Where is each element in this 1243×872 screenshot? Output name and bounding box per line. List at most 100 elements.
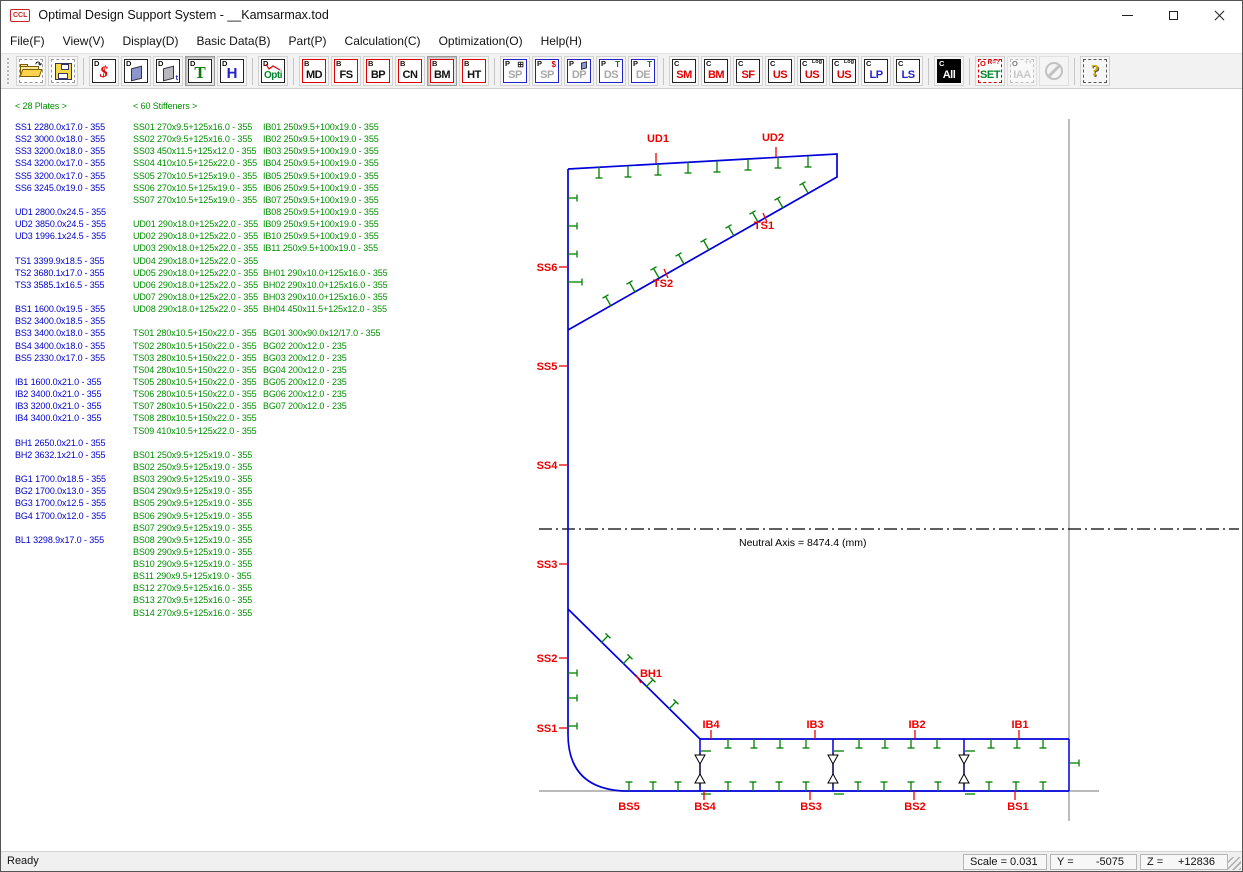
menu-item-view[interactable]: View(V) bbox=[54, 31, 114, 51]
stiffener-item[interactable]: SS03 450x11.5+125x12.0 - 355 bbox=[133, 145, 258, 157]
stiffener-item[interactable]: IB05 250x9.5+100x19.0 - 355 bbox=[263, 170, 388, 182]
stiffener-item[interactable]: TS02 280x10.5+150x22.0 - 355 bbox=[133, 340, 258, 352]
calc-sf-button[interactable]: CSF bbox=[733, 56, 763, 86]
stiffener-item[interactable]: IB06 250x9.5+100x19.0 - 355 bbox=[263, 182, 388, 194]
stiffener-item[interactable]: SS07 270x10.5+125x19.0 - 355 bbox=[133, 194, 258, 206]
stiffener-item[interactable]: TS08 280x10.5+150x22.0 - 355 bbox=[133, 412, 258, 424]
plate-item[interactable]: BH1 2650.0x21.0 - 355 bbox=[15, 437, 106, 449]
calc-log-us-button[interactable]: CLogUS bbox=[797, 56, 827, 86]
plate-item[interactable]: IB3 3200.0x21.0 - 355 bbox=[15, 400, 106, 412]
stiffener-item[interactable]: UD02 290x18.0+125x22.0 - 355 bbox=[133, 230, 258, 242]
plate-item[interactable]: BL1 3298.9x17.0 - 355 bbox=[15, 534, 106, 546]
resize-grip[interactable] bbox=[1228, 857, 1241, 870]
stiffener-item[interactable]: BS03 290x9.5+125x19.0 - 355 bbox=[133, 473, 258, 485]
plate-item[interactable]: BS5 2330.0x17.0 - 355 bbox=[15, 352, 106, 364]
plate-item[interactable]: BS2 3400.0x18.5 - 355 bbox=[15, 315, 106, 327]
stiffener-item[interactable]: SS06 270x10.5+125x19.0 - 355 bbox=[133, 182, 258, 194]
display-opti-button[interactable]: DOpti bbox=[258, 56, 288, 86]
stiffener-item[interactable]: IB04 250x9.5+100x19.0 - 355 bbox=[263, 157, 388, 169]
plate-item[interactable]: IB4 3400.0x21.0 - 355 bbox=[15, 412, 106, 424]
menu-item-calculation[interactable]: Calculation(C) bbox=[336, 31, 430, 51]
stiffener-item[interactable]: BS07 290x9.5+125x19.0 - 355 bbox=[133, 522, 258, 534]
plate-item[interactable]: TS2 3680.1x17.0 - 355 bbox=[15, 267, 106, 279]
basic-cn-button[interactable]: BCN bbox=[395, 56, 425, 86]
plate-item[interactable]: TS1 3399.9x18.5 - 355 bbox=[15, 255, 106, 267]
menu-item-help[interactable]: Help(H) bbox=[532, 31, 591, 51]
plate-item[interactable]: BS1 1600.0x19.5 - 355 bbox=[15, 303, 106, 315]
stiffener-item[interactable]: UD03 290x18.0+125x22.0 - 355 bbox=[133, 242, 258, 254]
stiffener-item[interactable]: BS06 290x9.5+125x19.0 - 355 bbox=[133, 510, 258, 522]
basic-bm-button[interactable]: BBM bbox=[427, 56, 457, 86]
toolbar-grip[interactable] bbox=[7, 58, 10, 84]
stiffener-item[interactable]: BS14 270x9.5+125x16.0 - 355 bbox=[133, 607, 258, 619]
stiffener-item[interactable]: UD06 290x18.0+125x22.0 - 355 bbox=[133, 279, 258, 291]
stiffener-item[interactable]: BH04 450x11.5+125x12.0 - 355 bbox=[263, 303, 388, 315]
basic-md-button[interactable]: BMD bbox=[299, 56, 329, 86]
stiffener-item[interactable]: IB11 250x9.5+100x19.0 - 355 bbox=[263, 242, 388, 254]
stiffener-item[interactable]: SS05 270x10.5+125x19.0 - 355 bbox=[133, 170, 258, 182]
stiffener-item[interactable]: TS04 280x10.5+150x22.0 - 355 bbox=[133, 364, 258, 376]
plate-item[interactable]: UD2 3850.0x24.5 - 355 bbox=[15, 218, 106, 230]
stiffener-item[interactable]: IB02 250x9.5+100x19.0 - 355 bbox=[263, 133, 388, 145]
plate-item[interactable]: BG3 1700.0x12.5 - 355 bbox=[15, 497, 106, 509]
stiffener-item[interactable]: BG01 300x90.0x12/17.0 - 355 bbox=[263, 327, 388, 339]
plate-item[interactable]: IB2 3400.0x21.0 - 355 bbox=[15, 388, 106, 400]
plate-item[interactable]: IB1 1600.0x21.0 - 355 bbox=[15, 376, 106, 388]
close-button[interactable] bbox=[1196, 1, 1242, 29]
save-button[interactable] bbox=[48, 56, 78, 86]
stiffener-item[interactable]: UD07 290x18.0+125x22.0 - 355 bbox=[133, 291, 258, 303]
plate-item[interactable]: BG4 1700.0x12.0 - 355 bbox=[15, 510, 106, 522]
menu-item-part[interactable]: Part(P) bbox=[280, 31, 336, 51]
calc-us-button[interactable]: CUS bbox=[765, 56, 795, 86]
stiffener-item[interactable]: TS07 280x10.5+150x22.0 - 355 bbox=[133, 400, 258, 412]
stiffener-item[interactable]: UD08 290x18.0+125x22.0 - 355 bbox=[133, 303, 258, 315]
stiffener-item[interactable]: BS12 270x9.5+125x16.0 - 355 bbox=[133, 582, 258, 594]
display-plate-thickness-button[interactable]: Dt bbox=[153, 56, 183, 86]
menu-item-file[interactable]: File(F) bbox=[1, 31, 54, 51]
plate-item[interactable]: SS6 3245.0x19.0 - 355 bbox=[15, 182, 106, 194]
plate-item[interactable]: SS3 3200.0x18.0 - 355 bbox=[15, 145, 106, 157]
stiffener-item[interactable]: TS05 280x10.5+150x22.0 - 355 bbox=[133, 376, 258, 388]
calc-sm-button[interactable]: CSM bbox=[669, 56, 699, 86]
calc-all-button[interactable]: CAll bbox=[934, 56, 964, 86]
stiffener-item[interactable]: BS11 290x9.5+125x19.0 - 355 bbox=[133, 570, 258, 582]
part-sp-stress-button[interactable]: P$SP bbox=[532, 56, 562, 86]
plate-item[interactable]: SS4 3200.0x17.0 - 355 bbox=[15, 157, 106, 169]
minimize-button[interactable] bbox=[1104, 1, 1150, 29]
stiffener-item[interactable]: UD04 290x18.0+125x22.0 - 355 bbox=[133, 255, 258, 267]
display-hbeam-button[interactable]: DH bbox=[217, 56, 247, 86]
stiffener-item[interactable]: TS03 280x10.5+150x22.0 - 355 bbox=[133, 352, 258, 364]
plate-item[interactable]: BS4 3400.0x18.0 - 355 bbox=[15, 340, 106, 352]
stiffener-item[interactable]: SS02 270x9.5+125x16.0 - 355 bbox=[133, 133, 258, 145]
stiffener-item[interactable]: IB08 250x9.5+100x19.0 - 355 bbox=[263, 206, 388, 218]
stiffener-item[interactable]: SS01 270x9.5+125x16.0 - 355 bbox=[133, 121, 258, 133]
stiffener-item[interactable]: BG07 200x12.0 - 235 bbox=[263, 400, 388, 412]
plate-item[interactable]: TS3 3585.1x16.5 - 355 bbox=[15, 279, 106, 291]
stiffener-item[interactable]: BG06 200x12.0 - 235 bbox=[263, 388, 388, 400]
menu-item-optimization[interactable]: Optimization(O) bbox=[430, 31, 532, 51]
stiffener-item[interactable]: IB03 250x9.5+100x19.0 - 355 bbox=[263, 145, 388, 157]
stiffener-item[interactable]: BS08 290x9.5+125x19.0 - 355 bbox=[133, 534, 258, 546]
optimize-iaa-button[interactable]: O++IAA bbox=[1007, 56, 1037, 86]
basic-bp-button[interactable]: BBP bbox=[363, 56, 393, 86]
plate-item[interactable]: UD3 1996.1x24.5 - 355 bbox=[15, 230, 106, 242]
basic-fs-button[interactable]: BFS bbox=[331, 56, 361, 86]
open-button[interactable]: ↷ bbox=[16, 56, 46, 86]
plate-item[interactable]: BH2 3632.1x21.0 - 355 bbox=[15, 449, 106, 461]
calc-ls-button[interactable]: CLS bbox=[893, 56, 923, 86]
stiffener-item[interactable]: BG04 200x12.0 - 235 bbox=[263, 364, 388, 376]
stiffener-item[interactable]: BS05 290x9.5+125x19.0 - 355 bbox=[133, 497, 258, 509]
display-stress-button[interactable]: D$ bbox=[89, 56, 119, 86]
stiffener-item[interactable]: UD01 290x18.0+125x22.0 - 355 bbox=[133, 218, 258, 230]
plate-item[interactable]: SS1 2280.0x17.0 - 355 bbox=[15, 121, 106, 133]
stiffener-item[interactable]: IB09 250x9.5+100x19.0 - 355 bbox=[263, 218, 388, 230]
stiffener-item[interactable]: BG03 200x12.0 - 235 bbox=[263, 352, 388, 364]
stiffener-item[interactable]: BS02 250x9.5+125x19.0 - 355 bbox=[133, 461, 258, 473]
stiffener-item[interactable]: IB07 250x9.5+100x19.0 - 355 bbox=[263, 194, 388, 206]
optimize-set-button[interactable]: OR=?SET bbox=[975, 56, 1005, 86]
plate-item[interactable]: BS3 3400.0x18.0 - 355 bbox=[15, 327, 106, 339]
stiffener-item[interactable]: TS06 280x10.5+150x22.0 - 355 bbox=[133, 388, 258, 400]
help-button[interactable]: ? bbox=[1080, 56, 1110, 86]
plate-item[interactable]: SS5 3200.0x17.0 - 355 bbox=[15, 170, 106, 182]
stiffener-item[interactable]: BS13 270x9.5+125x16.0 - 355 bbox=[133, 594, 258, 606]
